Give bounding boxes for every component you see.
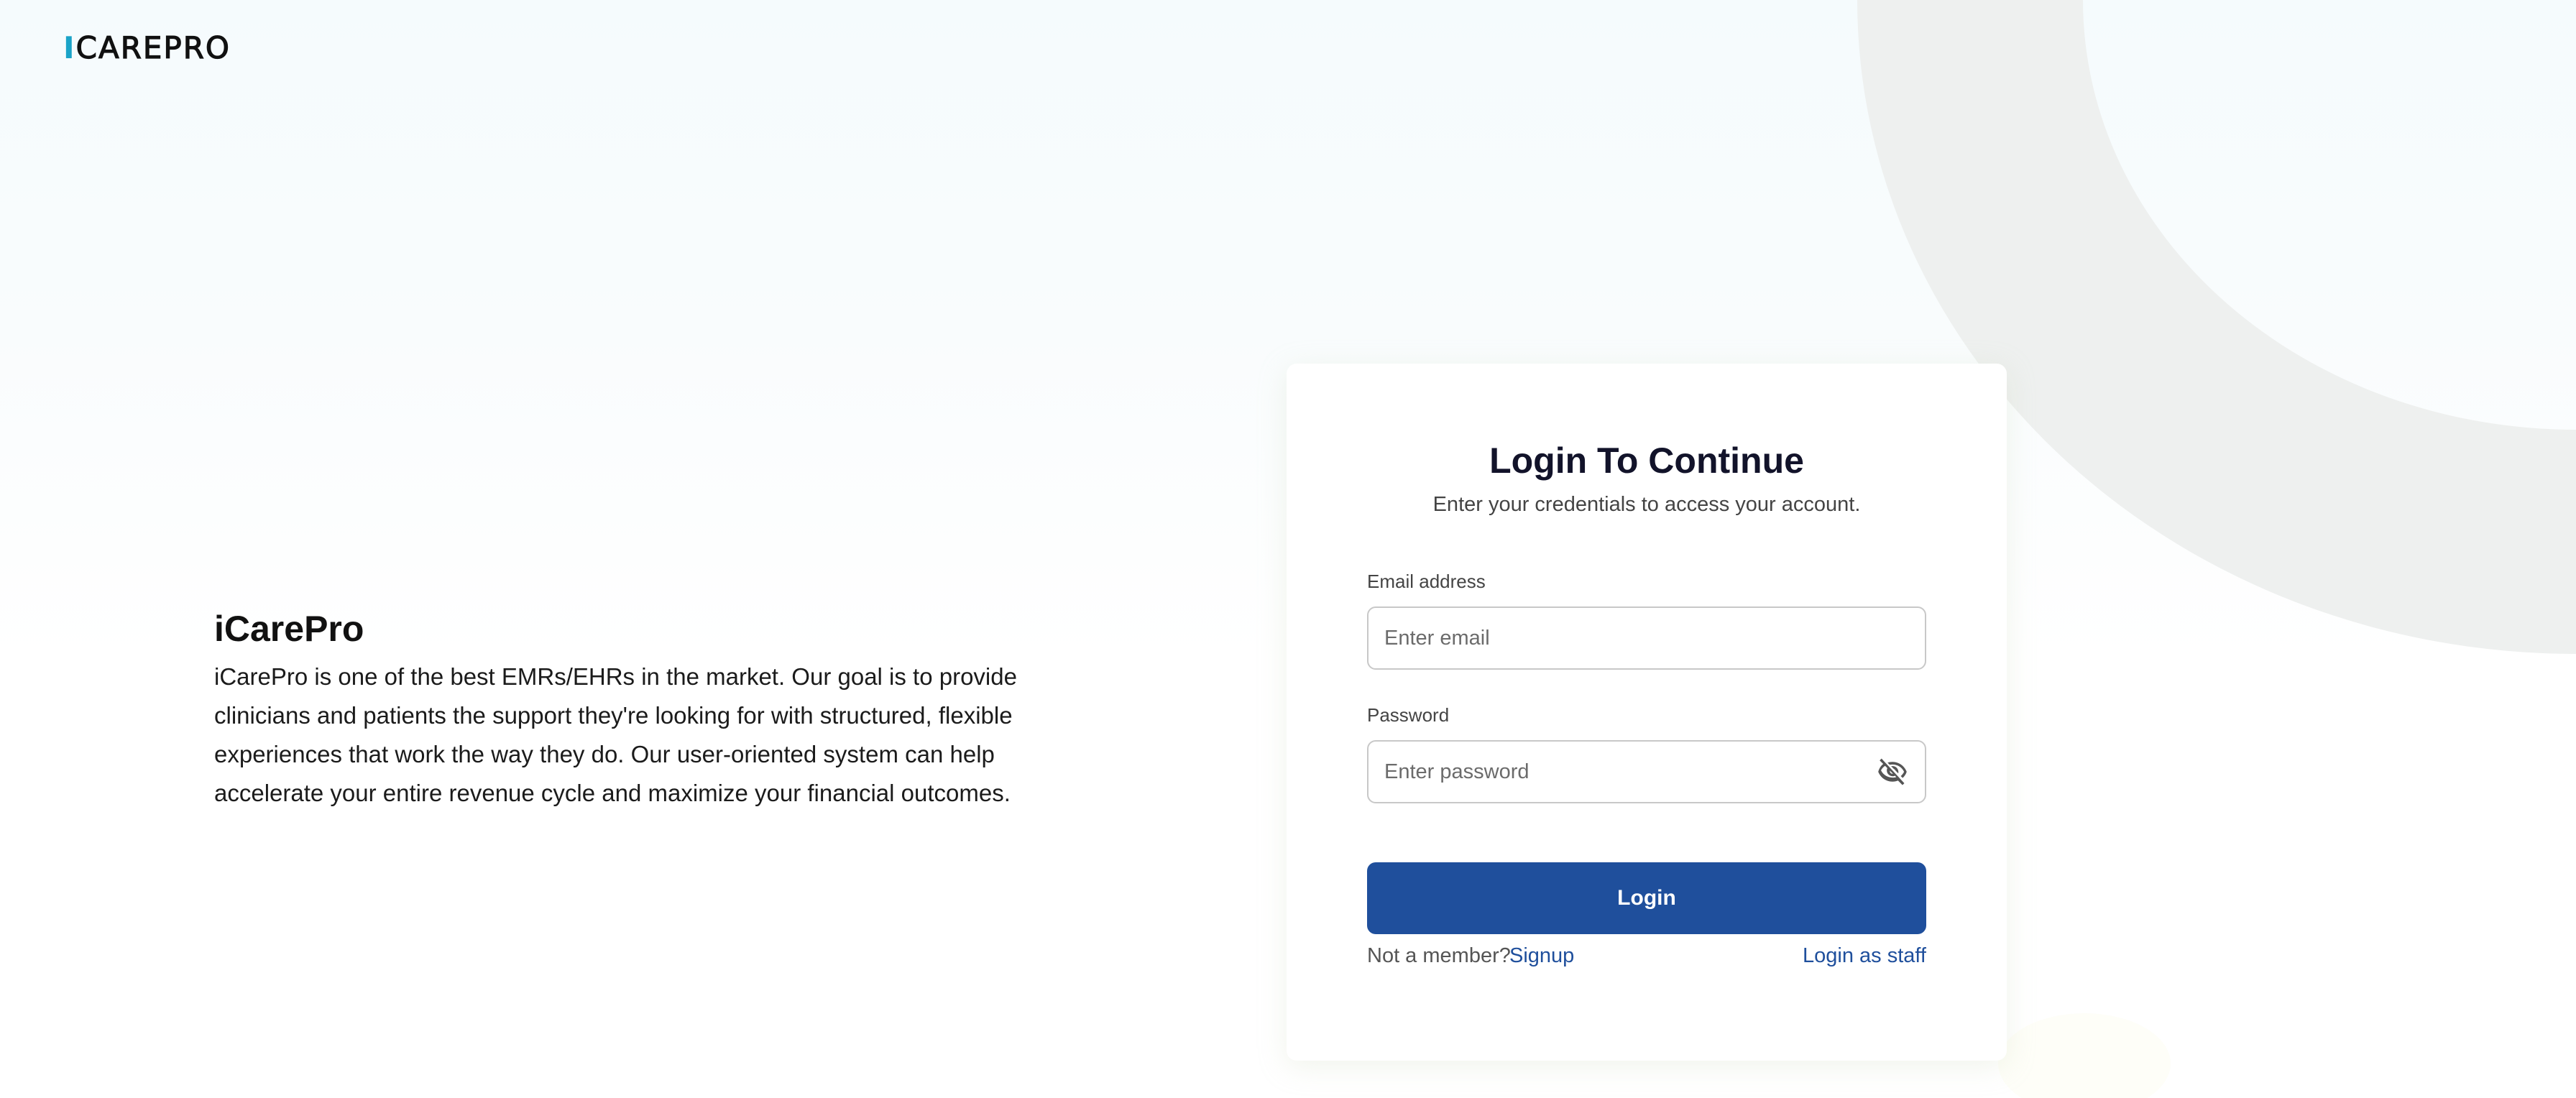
eye-slash-icon[interactable]	[1876, 756, 1909, 788]
login-subtitle: Enter your credentials to access your ac…	[1432, 493, 1861, 516]
not-member-text: Not a member?	[1367, 944, 1511, 967]
email-field-box[interactable]	[1367, 606, 1926, 670]
logo-initial: I	[63, 29, 76, 65]
intro-title: iCarePro	[214, 609, 364, 649]
email-input[interactable]	[1384, 608, 1873, 668]
password-input[interactable]	[1384, 742, 1873, 802]
login-button[interactable]: Login	[1367, 862, 1926, 934]
logo-wordmark: CAREPRO	[75, 29, 231, 65]
intro-description: iCarePro is one of the best EMRs/EHRs in…	[214, 663, 1017, 806]
login-footer-row: Not a member? Signup Login as staff	[1367, 944, 1926, 973]
login-as-staff-link[interactable]: Login as staff	[1803, 944, 1926, 968]
login-title: Login To Continue	[1489, 440, 1804, 481]
email-label: Email address	[1367, 571, 1486, 592]
icarepro-logo[interactable]: I CAREPRO	[63, 29, 231, 65]
password-label: Password	[1367, 704, 1450, 726]
password-field-box[interactable]	[1367, 740, 1926, 803]
intro-section: iCarePro iCarePro is one of the best EMR…	[214, 609, 1077, 813]
login-page: I CAREPRO iCarePro iCarePro is one of the…	[0, 0, 2576, 1098]
login-card: Login To Continue Enter your credentials…	[1287, 364, 2007, 1061]
signup-link[interactable]: Signup	[1509, 944, 1574, 968]
